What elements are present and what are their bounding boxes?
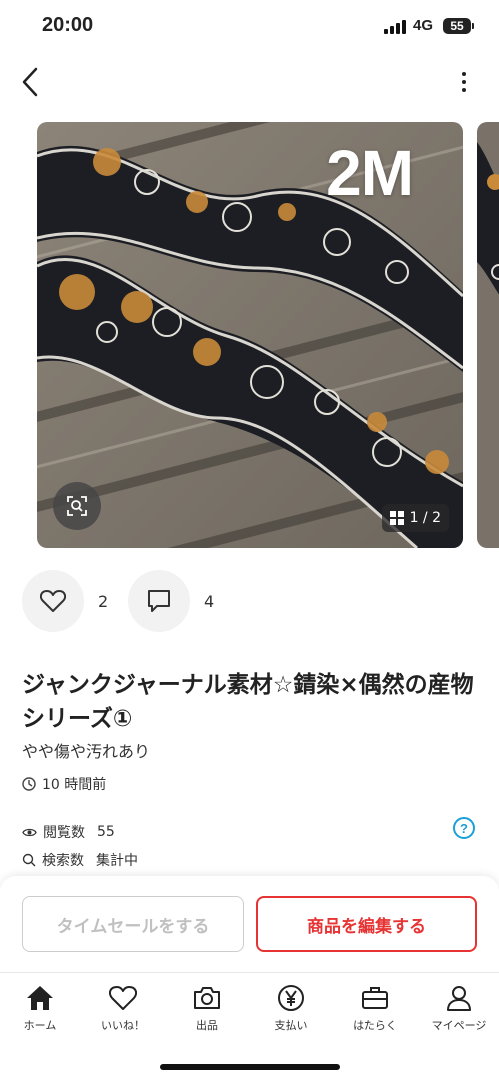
heart-icon <box>109 986 137 1010</box>
search-count-value: 集計中 <box>96 853 138 869</box>
photo-overlay-text: 2M <box>326 137 414 209</box>
clock-icon <box>22 777 36 791</box>
photo-gallery[interactable]: 2M 1 / 2 <box>0 122 499 548</box>
tab-label: マイページ <box>431 1019 487 1032</box>
timesale-button[interactable]: タイムセールをする <box>22 896 244 952</box>
more-dot <box>462 88 466 92</box>
comment-icon <box>148 590 170 612</box>
eye-icon <box>22 828 37 836</box>
network-label: 4G <box>413 17 434 34</box>
help-icon[interactable]: ? <box>453 817 475 839</box>
chevron-left-icon <box>22 67 38 97</box>
tab-sell[interactable]: 出品 <box>167 983 247 1035</box>
home-indicator <box>160 1064 340 1070</box>
comment-count: 4 <box>204 591 215 611</box>
like-count: 2 <box>98 591 109 611</box>
search-count-row: 検索数 集計中 <box>22 850 138 870</box>
search-icon <box>22 853 36 867</box>
home-icon <box>27 986 53 1010</box>
posted-time: 10 時間前 <box>22 774 106 794</box>
item-title: ジャンクジャーナル素材☆錆染×偶然の産物シリーズ① <box>22 672 474 732</box>
more-menu-button[interactable] <box>449 66 479 98</box>
person-icon <box>447 986 471 1011</box>
views-label: 閲覧数 <box>43 825 85 841</box>
item-condition: やや傷や汚れあり <box>22 742 151 761</box>
tab-label: いいね！ <box>101 1019 145 1032</box>
posted-time-text: 10 時間前 <box>42 777 107 793</box>
tab-likes[interactable]: いいね！ <box>83 983 163 1035</box>
tab-label: ホーム <box>23 1019 57 1032</box>
views-row: 閲覧数 55 <box>22 822 115 842</box>
tab-label: はたらく <box>353 1019 397 1032</box>
tab-work[interactable]: はたらく <box>335 983 415 1035</box>
status-bar: 20:00 4G 55 <box>0 0 499 56</box>
zoom-button[interactable] <box>53 482 101 530</box>
zoom-search-icon <box>67 496 87 516</box>
action-sheet: タイムセールをする 商品を編集する <box>0 876 499 972</box>
product-photo[interactable]: 2M 1 / 2 <box>37 122 463 548</box>
tab-bar: ホーム いいね！ 出品 支払い はたらく マイページ <box>0 972 499 1080</box>
edit-item-button[interactable]: 商品を編集する <box>256 896 477 952</box>
reactions-row: 2 4 <box>22 569 234 633</box>
briefcase-icon <box>362 987 388 1009</box>
tab-payment[interactable]: 支払い <box>251 983 331 1035</box>
battery-icon: 55 <box>443 18 474 34</box>
next-photo-preview[interactable] <box>477 122 499 548</box>
camera-icon <box>194 987 220 1009</box>
top-nav <box>0 56 499 110</box>
tab-label: 出品 <box>196 1019 218 1032</box>
tab-home[interactable]: ホーム <box>0 983 80 1035</box>
photo-counter-text: 1 / 2 <box>409 510 441 526</box>
like-button[interactable] <box>22 570 84 632</box>
photo-counter[interactable]: 1 / 2 <box>381 504 449 532</box>
heart-icon <box>40 590 66 612</box>
more-dot <box>462 80 466 84</box>
tab-label: 支払い <box>274 1019 308 1032</box>
search-count-label: 検索数 <box>42 853 84 869</box>
grid-icon <box>389 511 404 525</box>
views-value: 55 <box>97 824 115 840</box>
yen-icon <box>278 985 304 1011</box>
back-button[interactable] <box>12 64 48 100</box>
comment-button[interactable] <box>128 570 190 632</box>
signal-icon <box>384 20 408 34</box>
more-dot <box>462 72 466 76</box>
tab-mypage[interactable]: マイページ <box>419 983 499 1035</box>
next-photo-image <box>477 122 499 548</box>
status-time: 20:00 <box>42 14 94 36</box>
